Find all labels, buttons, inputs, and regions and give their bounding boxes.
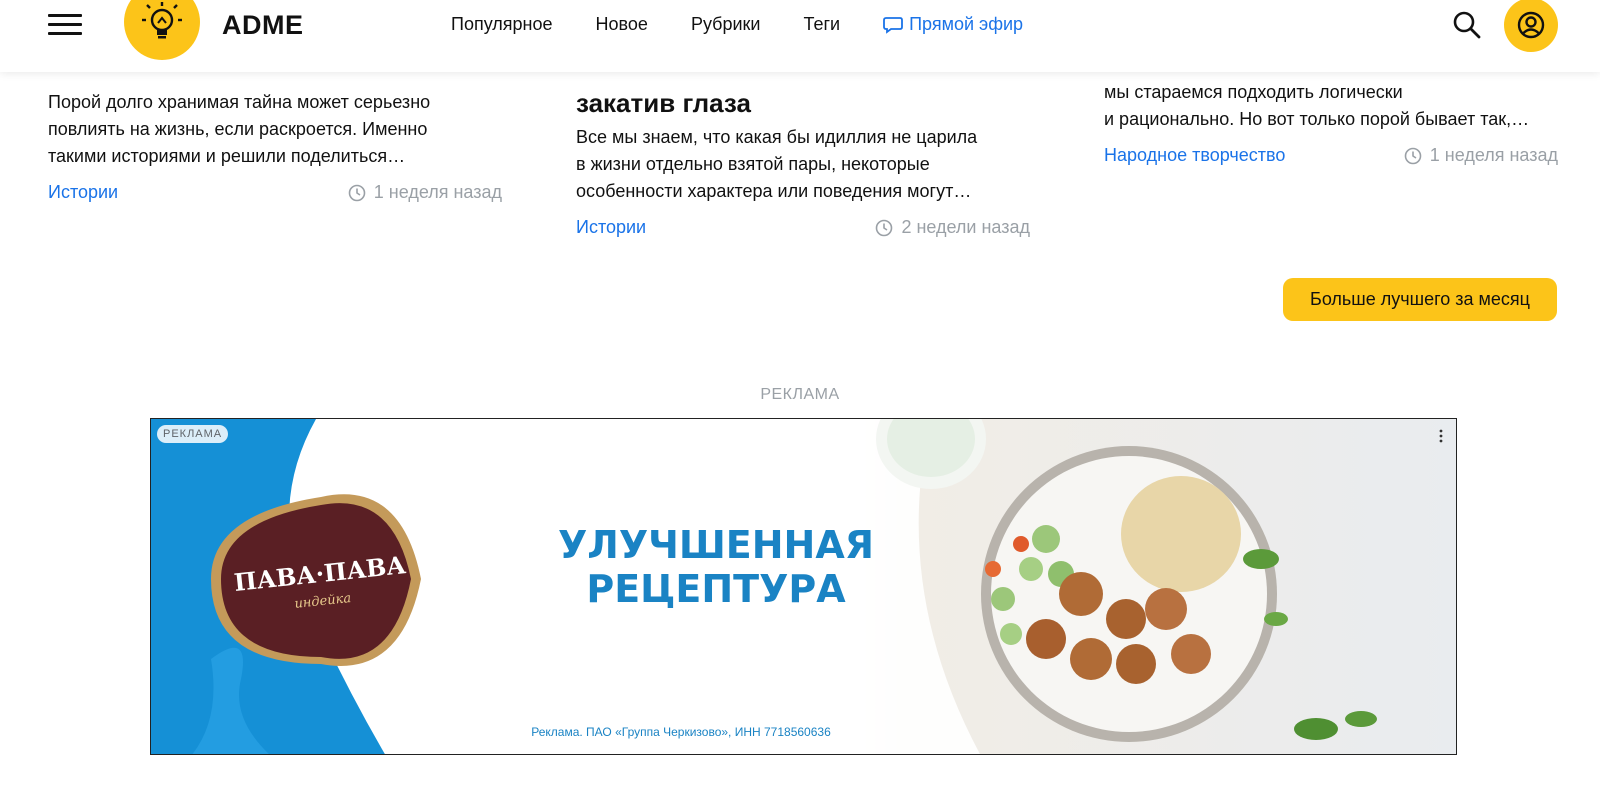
clock-icon bbox=[1404, 147, 1422, 164]
ad-headline: УЛУЧШЕННАЯ РЕЦЕПТУРА bbox=[557, 523, 875, 611]
card-meta: Истории 1 неделя назад bbox=[48, 182, 502, 203]
site-header: ADME Популярное Новое Рубрики Теги Прямо… bbox=[0, 0, 1600, 72]
card-excerpt: мы стараемся подходить логически и рацио… bbox=[1104, 82, 1530, 129]
menu-icon[interactable] bbox=[48, 14, 82, 36]
card-time: 2 недели назад bbox=[875, 217, 1030, 238]
nav-popular[interactable]: Популярное bbox=[451, 14, 553, 35]
user-account-button[interactable] bbox=[1504, 0, 1558, 52]
clock-icon bbox=[348, 184, 366, 201]
nav-tags[interactable]: Теги bbox=[803, 14, 840, 35]
ad-more-icon[interactable] bbox=[1438, 429, 1444, 448]
search-icon[interactable] bbox=[1452, 10, 1482, 40]
logo-text[interactable]: ADME bbox=[222, 10, 304, 41]
nav-live[interactable]: Прямой эфир bbox=[883, 14, 1023, 35]
ad-section-label: РЕКЛАМА bbox=[760, 386, 840, 403]
card-time: 1 неделя назад bbox=[1404, 145, 1558, 166]
article-card[interactable]: Порой долго хранимая тайна может серьезн… bbox=[48, 89, 502, 203]
chat-bubble-icon bbox=[883, 16, 903, 34]
main-nav: Популярное Новое Рубрики Теги Прямой эфи… bbox=[451, 14, 1023, 35]
card-meta: Истории 2 недели назад bbox=[576, 217, 1030, 238]
card-tag-link[interactable]: Истории bbox=[576, 217, 646, 238]
card-excerpt: Все мы знаем, что какая бы идиллия не ца… bbox=[576, 127, 978, 201]
ad-badge: РЕКЛАМА bbox=[157, 425, 229, 443]
more-best-of-month-button[interactable]: Больше лучшего за месяц bbox=[1283, 278, 1557, 321]
user-icon bbox=[1517, 11, 1545, 39]
card-tag-link[interactable]: Истории bbox=[48, 182, 118, 203]
card-tag-link[interactable]: Народное творчество bbox=[1104, 145, 1285, 166]
article-card[interactable]: закатив глаза Все мы знаем, что какая бы… bbox=[576, 86, 1030, 238]
ad-legal-text: Реклама. ПАО «Группа Черкизово», ИНН 771… bbox=[531, 725, 831, 739]
ad-banner[interactable]: РЕКЛАМА ПАВА·ПАВА индейка УЛУЧШЕННАЯ РЕЦ… bbox=[150, 418, 1457, 755]
card-title[interactable]: закатив глаза bbox=[576, 86, 1030, 120]
nav-live-label: Прямой эфир bbox=[909, 14, 1024, 34]
nav-rubrics[interactable]: Рубрики bbox=[691, 14, 761, 35]
article-card[interactable]: мы стараемся подходить логически и рацио… bbox=[1104, 79, 1558, 166]
card-meta: Народное творчество 1 неделя назад bbox=[1104, 145, 1558, 166]
logo-bulb-icon[interactable] bbox=[124, 0, 200, 60]
card-excerpt: Порой долго хранимая тайна может серьезн… bbox=[48, 92, 431, 166]
clock-icon bbox=[876, 219, 893, 236]
page: ADME Популярное Новое Рубрики Теги Прямо… bbox=[0, 0, 1600, 798]
card-time: 1 неделя назад bbox=[348, 182, 502, 203]
nav-new[interactable]: Новое bbox=[596, 14, 648, 35]
